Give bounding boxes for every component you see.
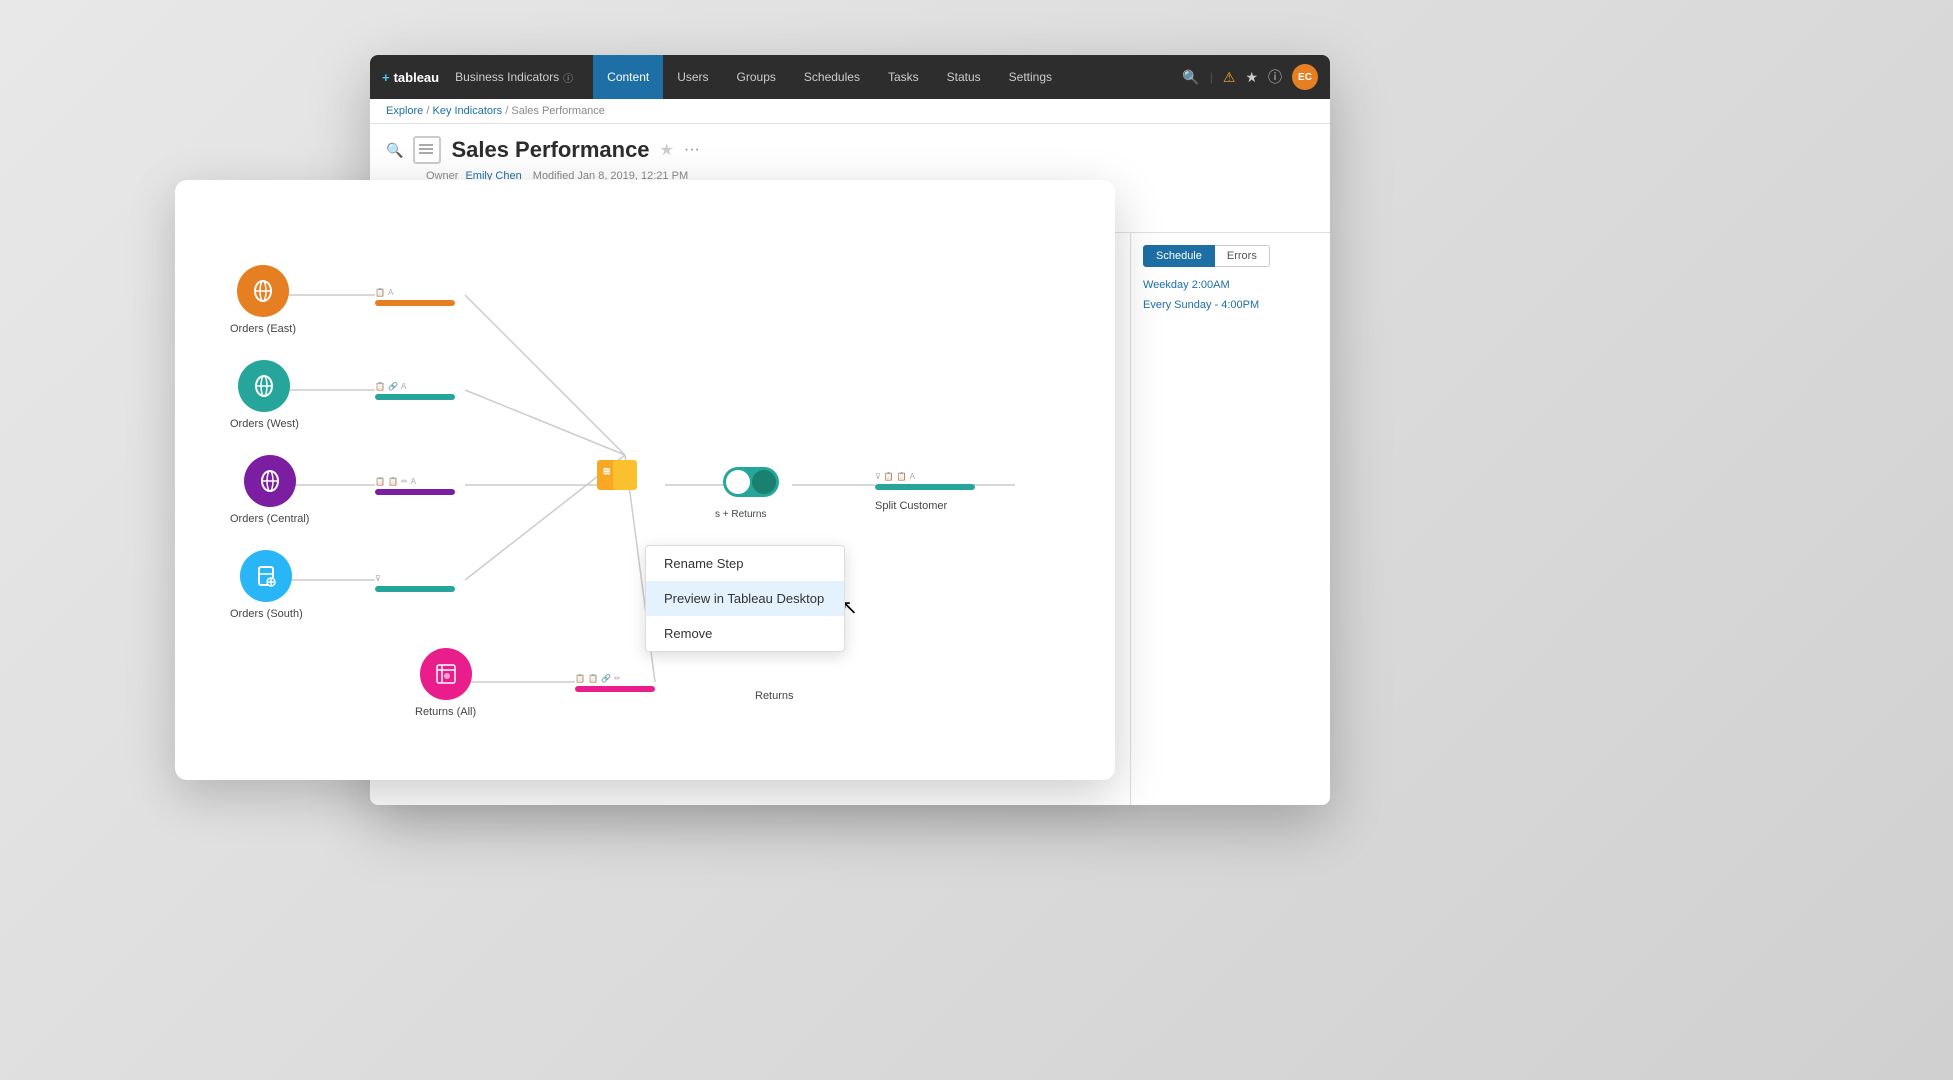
tab-content[interactable]: Content: [593, 55, 663, 99]
step-bar-west: 📋🔗A: [375, 382, 406, 394]
breadcrumb: Explore / Key Indicators / Sales Perform…: [370, 99, 1330, 124]
orders-west-label: Orders (West): [230, 418, 299, 430]
right-panel: Schedule Errors Weekday 2:00AM Every Sun…: [1130, 233, 1330, 805]
context-menu: Rename Step Preview in Tableau Desktop R…: [645, 545, 845, 652]
step-bar-east: 📋A: [375, 288, 393, 300]
site-name[interactable]: Business Indicators ⓘ: [455, 70, 573, 85]
tab-tasks[interactable]: Tasks: [874, 55, 933, 99]
node-returns-all[interactable]: Returns (All): [415, 648, 476, 718]
page-type-icon: [413, 136, 441, 164]
site-info-icon: ⓘ: [563, 70, 573, 85]
title-row: 🔍 Sales Performance ★ ···: [386, 136, 1314, 164]
search-preview-icon: 🔍: [386, 142, 403, 159]
node-orders-central[interactable]: Orders (Central): [230, 455, 309, 525]
orders-returns-label: s + Returns: [715, 504, 766, 522]
nav-bar: + tableau Business Indicators ⓘ Content …: [370, 55, 1330, 99]
context-menu-rename[interactable]: Rename Step: [646, 546, 844, 581]
page-title: Sales Performance: [451, 137, 649, 163]
orders-east-icon: [237, 265, 289, 317]
breadcrumb-explore[interactable]: Explore: [386, 105, 423, 117]
star-icon[interactable]: ★: [1245, 69, 1258, 86]
orders-west-icon: [238, 360, 290, 412]
output-step: ⊽📋📋A: [875, 472, 975, 490]
page-header: 🔍 Sales Performance ★ ··· Owner Emily Ch…: [370, 124, 1330, 182]
context-menu-preview[interactable]: Preview in Tableau Desktop: [646, 581, 844, 616]
join-node[interactable]: ⊞: [597, 458, 645, 494]
schedule-item-1[interactable]: Weekday 2:00AM: [1143, 279, 1318, 291]
returns-all-label: Returns (All): [415, 706, 476, 718]
schedule-item-2[interactable]: Every Sunday - 4:00PM: [1143, 299, 1318, 311]
more-options-icon[interactable]: ···: [684, 141, 700, 159]
orders-east-label: Orders (East): [230, 323, 296, 335]
toggle-node[interactable]: [723, 467, 779, 497]
panel-tabs: Schedule Errors: [1143, 245, 1318, 267]
orders-central-label: Orders (Central): [230, 513, 309, 525]
logo-text: tableau: [394, 70, 440, 85]
favorite-icon[interactable]: ★: [660, 140, 674, 160]
step-bar-south: ⊽: [375, 574, 381, 586]
step-bar-central: 📋📋✏A: [375, 477, 416, 489]
node-orders-south[interactable]: Orders (South): [230, 550, 303, 620]
nav-tabs: Content Users Groups Schedules Tasks Sta…: [593, 55, 1066, 99]
tab-status[interactable]: Status: [933, 55, 995, 99]
panel-tab-schedule[interactable]: Schedule: [1143, 245, 1215, 267]
tab-schedules[interactable]: Schedules: [790, 55, 874, 99]
node-orders-west[interactable]: Orders (West): [230, 360, 299, 430]
logo-plus: +: [382, 70, 390, 85]
context-menu-remove[interactable]: Remove: [646, 616, 844, 651]
tab-users[interactable]: Users: [663, 55, 722, 99]
split-customer-label: Split Customer: [875, 496, 947, 514]
orders-south-label: Orders (South): [230, 608, 303, 620]
breadcrumb-key-indicators[interactable]: Key Indicators: [432, 105, 502, 117]
tab-groups[interactable]: Groups: [723, 55, 790, 99]
breadcrumb-current: Sales Performance: [511, 105, 605, 117]
user-avatar[interactable]: EC: [1292, 64, 1318, 90]
orders-south-icon: [240, 550, 292, 602]
step-bar-returns-all: 📋📋🔗✏: [575, 674, 621, 686]
flow-diagram: Orders (East) 📋A Orders (West) 📋🔗A Order…: [175, 180, 1115, 780]
panel-tab-errors[interactable]: Errors: [1215, 245, 1270, 267]
tab-settings[interactable]: Settings: [995, 55, 1066, 99]
node-orders-east[interactable]: Orders (East): [230, 265, 296, 335]
alert-icon[interactable]: ⚠: [1223, 69, 1236, 86]
returns-all-icon: [420, 648, 472, 700]
returns-label: Returns: [755, 690, 794, 702]
help-icon[interactable]: ⓘ: [1268, 67, 1282, 87]
orders-central-icon: [244, 455, 296, 507]
search-icon[interactable]: 🔍: [1182, 69, 1199, 86]
nav-logo[interactable]: + tableau: [382, 70, 439, 85]
nav-right: 🔍 | ⚠ ★ ⓘ EC: [1182, 64, 1318, 90]
